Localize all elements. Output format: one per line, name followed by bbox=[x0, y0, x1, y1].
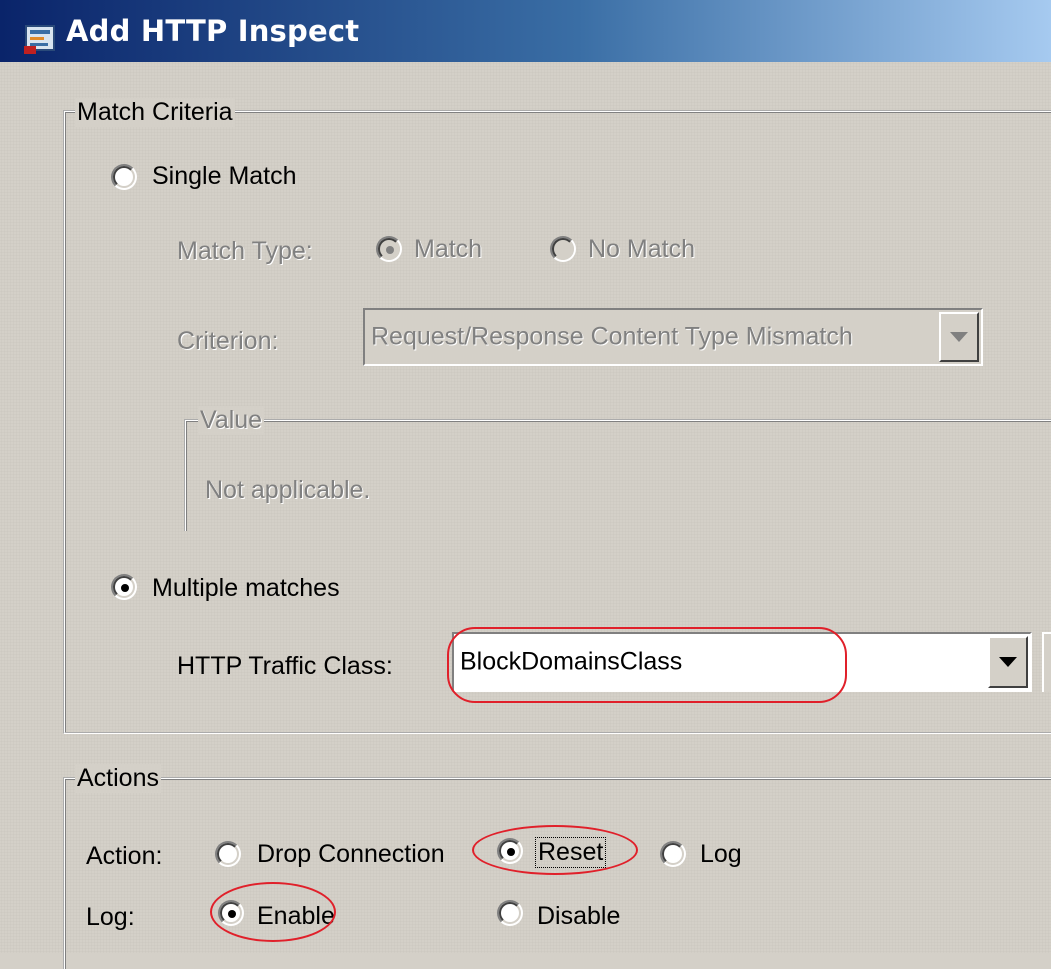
http-traffic-class-value: BlockDomainsClass bbox=[460, 647, 683, 676]
no-match-option-label[interactable]: No Match bbox=[588, 235, 695, 264]
disable-radio[interactable] bbox=[497, 900, 523, 926]
single-match-radio[interactable] bbox=[111, 164, 137, 190]
single-match-label[interactable]: Single Match bbox=[152, 162, 297, 191]
dialog-content: Match Criteria Single Match Match Type: … bbox=[0, 62, 1051, 969]
http-traffic-class-dropdown-button[interactable] bbox=[988, 636, 1028, 688]
criterion-label: Criterion: bbox=[177, 327, 279, 355]
drop-connection-label[interactable]: Drop Connection bbox=[257, 840, 445, 869]
criterion-select[interactable]: Request/Response Content Type Mismatch bbox=[363, 308, 983, 366]
log-action-label[interactable]: Log bbox=[700, 840, 742, 869]
value-legend: Value bbox=[198, 406, 265, 435]
criterion-dropdown-button[interactable] bbox=[939, 312, 979, 362]
http-traffic-class-label: HTTP Traffic Class: bbox=[177, 652, 393, 680]
reset-radio[interactable] bbox=[497, 838, 523, 864]
log-action-radio[interactable] bbox=[660, 841, 686, 867]
manage-button-edge[interactable] bbox=[1042, 632, 1051, 692]
log-label: Log: bbox=[86, 903, 135, 931]
match-option-label[interactable]: Match bbox=[414, 235, 482, 264]
window-title: Add HTTP Inspect bbox=[66, 14, 360, 48]
disable-label[interactable]: Disable bbox=[537, 902, 620, 931]
match-radio[interactable] bbox=[376, 236, 402, 262]
match-criteria-legend: Match Criteria bbox=[75, 98, 235, 127]
drop-connection-radio[interactable] bbox=[215, 841, 241, 867]
value-text: Not applicable. bbox=[205, 476, 371, 504]
reset-label[interactable]: Reset bbox=[535, 837, 607, 868]
actions-group bbox=[63, 777, 1051, 969]
no-match-radio[interactable] bbox=[550, 236, 576, 262]
actions-legend: Actions bbox=[75, 764, 161, 793]
enable-radio[interactable] bbox=[218, 900, 244, 926]
http-traffic-class-select[interactable]: BlockDomainsClass bbox=[452, 632, 1032, 692]
action-label: Action: bbox=[86, 842, 163, 870]
criterion-value: Request/Response Content Type Mismatch bbox=[371, 322, 853, 351]
app-icon bbox=[24, 25, 55, 54]
value-group bbox=[184, 419, 1051, 531]
match-type-label: Match Type: bbox=[177, 237, 313, 265]
multiple-matches-label[interactable]: Multiple matches bbox=[152, 574, 340, 603]
multiple-matches-radio[interactable] bbox=[111, 574, 137, 600]
title-bar: Add HTTP Inspect bbox=[0, 0, 1051, 62]
enable-label[interactable]: Enable bbox=[257, 902, 335, 931]
